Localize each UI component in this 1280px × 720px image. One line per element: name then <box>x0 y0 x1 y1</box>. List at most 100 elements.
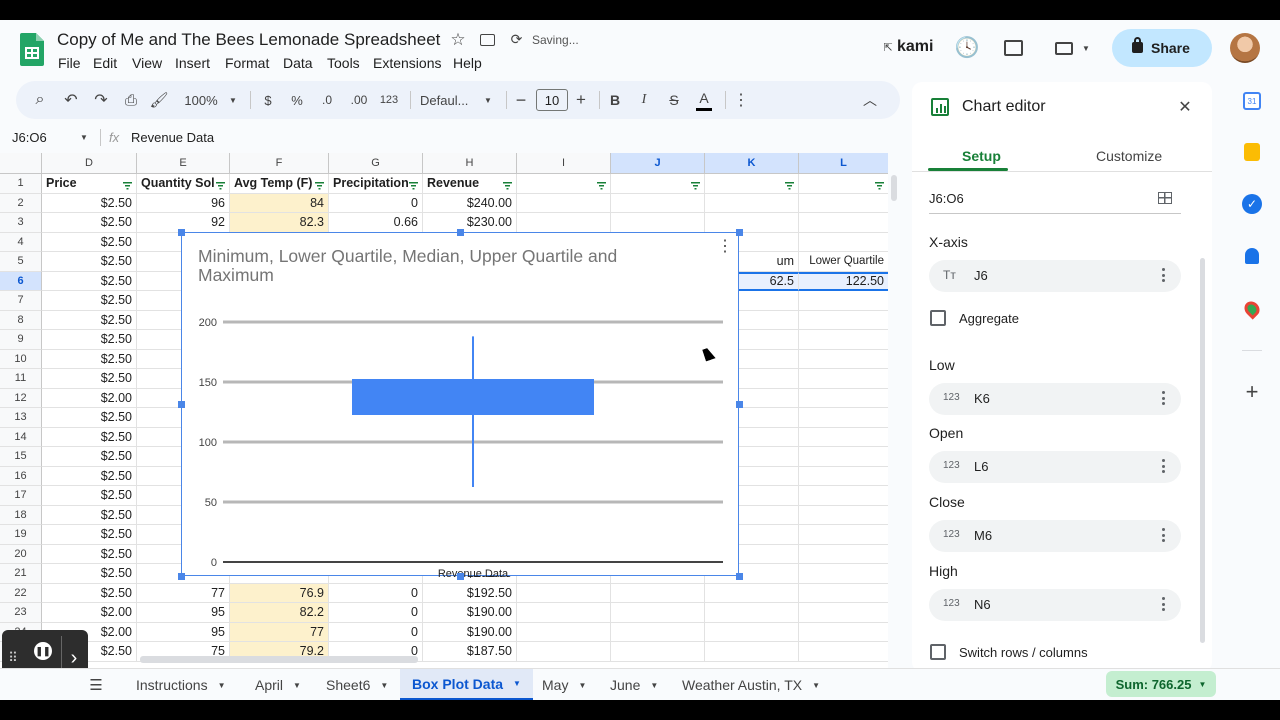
zoom-select[interactable]: 100% <box>181 81 221 119</box>
cell[interactable] <box>611 603 705 623</box>
vertical-scrollbar[interactable] <box>889 175 900 668</box>
cell[interactable] <box>799 603 888 623</box>
more-formats-button[interactable]: 123 <box>378 81 400 119</box>
cell[interactable]: $190.00 <box>423 603 517 623</box>
close-series-field[interactable]: 123 M6 <box>929 520 1181 552</box>
cell[interactable]: 0 <box>329 603 423 623</box>
sheet-tab-weather-austin[interactable]: Weather Austin, TX ▼ <box>682 669 820 700</box>
cell[interactable] <box>799 545 888 564</box>
cell[interactable] <box>517 193 611 213</box>
version-history-icon[interactable]: 🕓 <box>955 36 980 59</box>
cell[interactable] <box>705 583 799 603</box>
horizontal-scrollbar-thumb[interactable] <box>140 656 418 663</box>
cell[interactable] <box>799 311 888 330</box>
menu-help[interactable]: Help <box>453 55 482 71</box>
menu-view[interactable]: View <box>132 55 162 71</box>
cell[interactable]: $190.00 <box>423 622 517 642</box>
high-series-field[interactable]: 123 N6 <box>929 589 1181 621</box>
row-header[interactable]: 9 <box>0 330 42 350</box>
cell[interactable]: $2.50 <box>42 310 137 330</box>
share-button[interactable]: Share <box>1112 29 1212 67</box>
cell[interactable]: $2.50 <box>42 271 137 291</box>
cell[interactable] <box>705 642 799 662</box>
star-icon[interactable]: ☆ <box>449 30 467 49</box>
menu-tools[interactable]: Tools <box>327 55 360 71</box>
row-header[interactable]: 3 <box>0 213 42 233</box>
row-header[interactable]: 19 <box>0 525 42 545</box>
all-sheets-icon[interactable]: ☰ <box>88 677 104 694</box>
row-header[interactable]: 17 <box>0 486 42 506</box>
data-range-input[interactable]: J6:O6 <box>929 191 964 206</box>
cell[interactable]: 77 <box>137 583 230 603</box>
kami-label[interactable]: kami <box>897 38 933 56</box>
formula-input[interactable]: Revenue Data <box>131 130 214 145</box>
row-header[interactable]: 6 <box>0 271 42 291</box>
cell[interactable] <box>799 447 888 467</box>
row-header[interactable]: 4 <box>0 232 42 252</box>
filter-icon[interactable] <box>503 179 512 190</box>
cell[interactable] <box>799 389 888 408</box>
cell[interactable] <box>799 369 888 389</box>
tab-dropdown-icon[interactable]: ▼ <box>293 681 301 690</box>
more-options-icon[interactable] <box>1162 268 1165 282</box>
header-cell[interactable]: Revenue <box>423 174 517 194</box>
cell[interactable]: 96 <box>137 193 230 213</box>
cell[interactable]: $2.50 <box>42 213 137 233</box>
filter-icon[interactable] <box>691 179 700 190</box>
x-axis-field[interactable]: Tт J6 <box>929 260 1181 292</box>
avatar[interactable] <box>1230 33 1260 63</box>
more-options-icon[interactable] <box>1162 391 1165 405</box>
cell[interactable]: $2.50 <box>42 505 137 525</box>
cell[interactable] <box>517 583 611 603</box>
cell[interactable] <box>517 622 611 642</box>
cell[interactable]: 95 <box>137 603 230 623</box>
percent-format-button[interactable]: % <box>289 81 305 119</box>
header-cell[interactable]: Quantity Sol <box>137 174 230 194</box>
cell[interactable]: $2.50 <box>42 583 137 603</box>
cell[interactable]: $2.00 <box>42 388 137 408</box>
expand-recorder-icon[interactable]: › <box>66 647 82 669</box>
cell[interactable]: $2.50 <box>42 252 137 272</box>
sum-indicator[interactable]: Sum: 766.25 ▼ <box>1106 671 1216 697</box>
maps-icon[interactable] <box>1241 298 1263 320</box>
cell[interactable] <box>517 642 611 662</box>
cell[interactable]: $2.50 <box>42 369 137 389</box>
cell[interactable]: $2.50 <box>42 486 137 506</box>
tab-dropdown-icon[interactable]: ▼ <box>380 681 388 690</box>
font-dropdown-icon[interactable]: ▼ <box>482 81 494 119</box>
cell[interactable] <box>799 350 888 369</box>
decrease-decimal-button[interactable]: .0 <box>316 81 338 119</box>
row-header[interactable]: 15 <box>0 447 42 467</box>
column-header[interactable]: H <box>423 153 517 174</box>
cell[interactable]: $2.50 <box>42 564 137 584</box>
column-header[interactable]: F <box>230 153 329 174</box>
search-menus-icon[interactable]: ⌕ <box>30 81 50 119</box>
row-header[interactable]: 21 <box>0 564 42 584</box>
drag-handle-icon[interactable]: ⠿ <box>8 648 18 668</box>
tab-dropdown-icon[interactable]: ▼ <box>513 679 521 688</box>
resize-handle[interactable] <box>178 573 185 580</box>
tasks-icon[interactable]: ✓ <box>1242 194 1262 214</box>
tab-dropdown-icon[interactable]: ▼ <box>578 681 586 690</box>
tab-dropdown-icon[interactable]: ▼ <box>218 681 226 690</box>
low-series-field[interactable]: 123 K6 <box>929 383 1181 415</box>
column-header[interactable]: D <box>42 153 137 174</box>
cell[interactable] <box>705 213 799 233</box>
cell[interactable]: 84 <box>230 193 329 213</box>
column-header[interactable]: E <box>137 153 230 174</box>
currency-format-button[interactable]: $ <box>260 81 276 119</box>
cell[interactable] <box>517 213 611 233</box>
cell[interactable] <box>799 408 888 428</box>
cell[interactable] <box>705 622 799 642</box>
menu-edit[interactable]: Edit <box>93 55 117 71</box>
filter-icon[interactable] <box>409 179 418 190</box>
strikethrough-button[interactable]: S <box>666 81 682 119</box>
comments-icon[interactable] <box>1004 40 1023 56</box>
calendar-icon[interactable]: 31 <box>1243 92 1261 110</box>
cell[interactable] <box>705 603 799 623</box>
header-cell[interactable] <box>705 174 799 194</box>
cell[interactable]: $187.50 <box>423 642 517 662</box>
cell[interactable]: 77 <box>230 622 329 642</box>
cell[interactable]: $2.50 <box>42 525 137 545</box>
text-color-button[interactable]: A <box>696 87 712 111</box>
